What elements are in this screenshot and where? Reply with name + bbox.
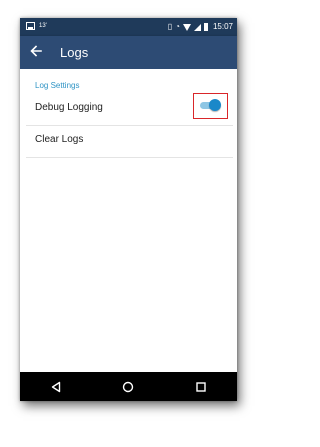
status-right: ▯ ◔ 15:07: [168, 21, 233, 33]
switch-thumb: [209, 99, 221, 111]
debug-logging-label: Debug Logging: [35, 102, 103, 113]
alarm-icon: ◔: [175, 22, 180, 31]
signal-icon: [193, 23, 201, 31]
app-bar: Logs: [20, 36, 237, 69]
status-bar: 13' ▯ ◔ 15:07: [20, 18, 237, 36]
nav-recents-button[interactable]: [186, 375, 216, 399]
page-title: Logs: [60, 45, 89, 60]
settings-content: Log Settings Debug Logging Clear Logs: [20, 69, 237, 372]
notification-text: 13': [39, 23, 47, 29]
clear-logs-row[interactable]: Clear Logs: [20, 125, 237, 157]
status-time: 15:07: [212, 22, 233, 31]
nav-home-button[interactable]: [113, 375, 143, 399]
back-button[interactable]: [26, 41, 50, 63]
battery-icon: [203, 23, 208, 31]
home-circle-icon: [123, 381, 134, 392]
wifi-icon: [182, 23, 191, 31]
navigation-bar: [20, 372, 237, 401]
image-icon: [26, 22, 35, 30]
vibrate-icon: ▯: [167, 22, 173, 31]
recents-square-icon: [196, 381, 206, 392]
clear-logs-label: Clear Logs: [35, 134, 84, 145]
back-arrow-icon: [30, 45, 42, 57]
nav-back-button[interactable]: [41, 375, 71, 399]
debug-logging-switch[interactable]: [199, 99, 221, 111]
divider: [26, 157, 233, 158]
status-left: 13': [26, 22, 47, 30]
section-header-log-settings: Log Settings: [35, 81, 80, 90]
phone-screen: 13' ▯ ◔ 15:07 Logs Log Settings Debug Lo…: [20, 18, 237, 401]
back-triangle-icon: [51, 381, 61, 392]
